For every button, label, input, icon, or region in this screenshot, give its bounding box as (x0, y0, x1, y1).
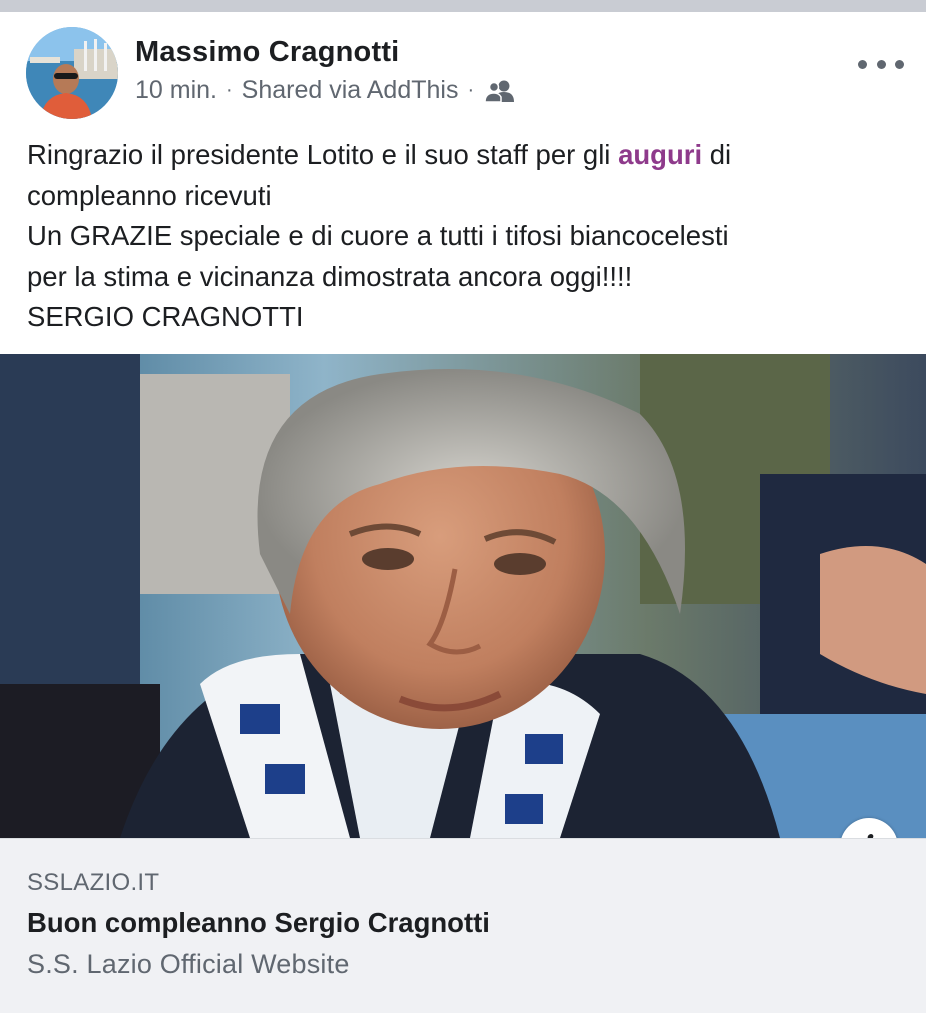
portrait-image (0, 354, 926, 838)
author-name[interactable]: Massimo Cragnotti (135, 36, 399, 69)
post-text-line: Ringrazio il presidente Lotito e il suo … (27, 135, 907, 176)
post-timestamp[interactable]: 10 min. (135, 76, 217, 105)
link-description: S.S. Lazio Official Website (27, 949, 350, 979)
hashtag-link[interactable]: auguri (618, 139, 702, 170)
meta-separator: · (467, 79, 475, 101)
post-meta: 10 min. · Shared via AddThis · (135, 76, 515, 105)
post-text: Ringrazio il presidente Lotito e il suo … (27, 135, 907, 338)
link-photo[interactable] (0, 354, 926, 838)
more-options-icon[interactable] (858, 52, 904, 76)
friends-icon[interactable] (484, 79, 515, 103)
link-domain: SSLAZIO.IT (27, 869, 160, 896)
post-text-segment: di (702, 139, 732, 170)
post-text-segment: Ringrazio il presidente Lotito e il suo … (27, 139, 619, 170)
post-text-line: per la stima e vicinanza dimostrata anco… (27, 260, 633, 292)
post-text-line: SERGIO CRAGNOTTI (27, 301, 304, 332)
author-avatar[interactable] (26, 27, 118, 119)
shared-via[interactable]: Shared via AddThis (242, 76, 459, 105)
link-title[interactable]: Buon compleanno Sergio Cragnotti (27, 907, 490, 939)
top-divider (0, 0, 926, 12)
post-text-line: Un GRAZIE speciale e di cuore a tutti i … (27, 220, 729, 251)
link-preview[interactable]: SSLAZIO.IT Buon compleanno Sergio Cragno… (0, 838, 926, 1013)
post-text-line: compleanno ricevuti (27, 179, 272, 211)
avatar-photo (26, 27, 118, 119)
meta-separator: · (225, 79, 233, 101)
